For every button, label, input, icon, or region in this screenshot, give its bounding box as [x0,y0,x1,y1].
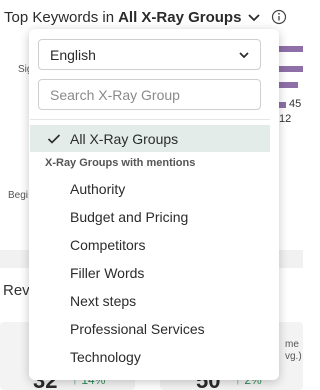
keyword-bar-value: 45 [289,98,302,110]
list-item[interactable]: Next steps [29,287,279,315]
header-title-prefix: Top Keywords in [4,9,115,26]
chevron-down-icon[interactable] [245,10,263,26]
list-item[interactable]: Filler Words [29,259,279,287]
language-select[interactable]: English [38,39,261,70]
search-input[interactable] [38,79,261,110]
option-label: All X-Ray Groups [70,130,179,147]
language-select-value: English [50,46,96,63]
group-heading: X-Ray Groups with mentions [45,157,196,169]
header-group-name[interactable]: All X-Ray Groups [118,9,241,26]
list-item[interactable]: Competitors [29,231,279,259]
info-icon[interactable] [271,9,287,25]
list-item[interactable]: Budget and Pricing [29,203,279,231]
list-item[interactable]: Professional Services [29,315,279,343]
list-item[interactable]: Technology [29,343,279,371]
xray-group-list: Authority Budget and Pricing Competitors… [29,175,279,371]
check-icon [47,133,61,144]
panel-header: Top Keywords in All X-Ray Groups [4,9,263,26]
xray-group-dropdown: English All X-Ray Groups X-Ray Groups wi… [29,29,279,380]
metric-side-line: vg.) [285,351,302,362]
keyword-bar-value: 12 [279,113,292,125]
divider [30,119,270,120]
metric-side-label: me vg.) [285,339,302,363]
metric-side-line: me [285,339,299,350]
list-item[interactable]: Authority [29,175,279,203]
option-all-xray-groups[interactable]: All X-Ray Groups [30,125,270,152]
keyword-label-partial: Begi [8,190,29,201]
chevron-down-icon [239,52,249,59]
